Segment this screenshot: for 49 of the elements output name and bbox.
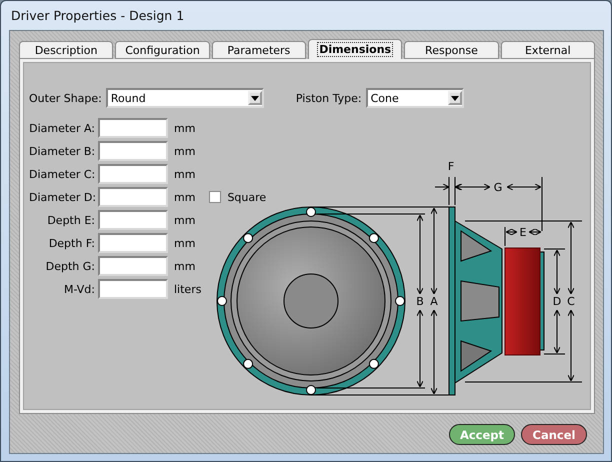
- checkbox-label: Square: [227, 190, 266, 204]
- unit-label: mm: [174, 260, 196, 272]
- field-label: Diameter C:: [29, 168, 95, 180]
- input-field[interactable]: [98, 118, 168, 138]
- dimension-label: A: [430, 295, 438, 308]
- unit-label: mm: [174, 168, 196, 180]
- field-label: Diameter A:: [29, 122, 95, 134]
- field-label: Diameter D:: [29, 190, 95, 204]
- tab[interactable]: External: [500, 41, 595, 59]
- tab[interactable]: Dimensions: [308, 39, 402, 59]
- dimension-label: C: [567, 295, 575, 308]
- input-field[interactable]: [98, 233, 168, 253]
- dimension-label: F: [448, 160, 454, 173]
- unit-label: mm: [174, 236, 196, 250]
- dimension-label: G: [494, 181, 502, 194]
- unit-label: mm: [174, 122, 196, 134]
- dimension-label: D: [552, 295, 562, 308]
- outer-shape-dropdown[interactable]: Round: [106, 88, 264, 108]
- input-field[interactable]: [98, 141, 168, 161]
- field-label: Diameter B:: [29, 144, 95, 158]
- piston-type-label: Piston Type:: [296, 92, 362, 104]
- dimension-f-arrow: [434, 176, 470, 206]
- tab[interactable]: Description: [19, 41, 114, 59]
- field-label: M-Vd:: [62, 282, 95, 296]
- input-field[interactable]: [98, 210, 168, 230]
- input-field[interactable]: [98, 164, 168, 184]
- dimension-label: E: [520, 226, 526, 239]
- cancel-button[interactable]: Cancel: [521, 424, 587, 445]
- unit-label: liters: [174, 282, 202, 296]
- caret-icon: [448, 91, 462, 105]
- tab[interactable]: Configuration: [115, 41, 210, 59]
- field-label: Depth F:: [48, 236, 95, 250]
- field-label: Depth G:: [44, 260, 95, 272]
- field-label: Depth E:: [46, 214, 95, 226]
- piston-type-dropdown[interactable]: Cone: [366, 88, 464, 108]
- input-field[interactable]: [98, 279, 168, 299]
- tab[interactable]: Response: [404, 41, 499, 59]
- unit-label: mm: [174, 190, 196, 204]
- caret-icon: [248, 91, 262, 105]
- checkbox[interactable]: [209, 191, 222, 203]
- unit-label: mm: [174, 214, 196, 226]
- dimension-label: B: [416, 295, 424, 308]
- window-title: Driver Properties - Design 1: [11, 8, 184, 23]
- outer-shape-label: Outer Shape:: [29, 92, 102, 104]
- input-field[interactable]: [98, 256, 168, 276]
- input-field[interactable]: [98, 187, 168, 207]
- dimension-e-arrow: [504, 226, 542, 246]
- unit-label: mm: [174, 144, 196, 158]
- tab[interactable]: Parameters: [212, 41, 306, 59]
